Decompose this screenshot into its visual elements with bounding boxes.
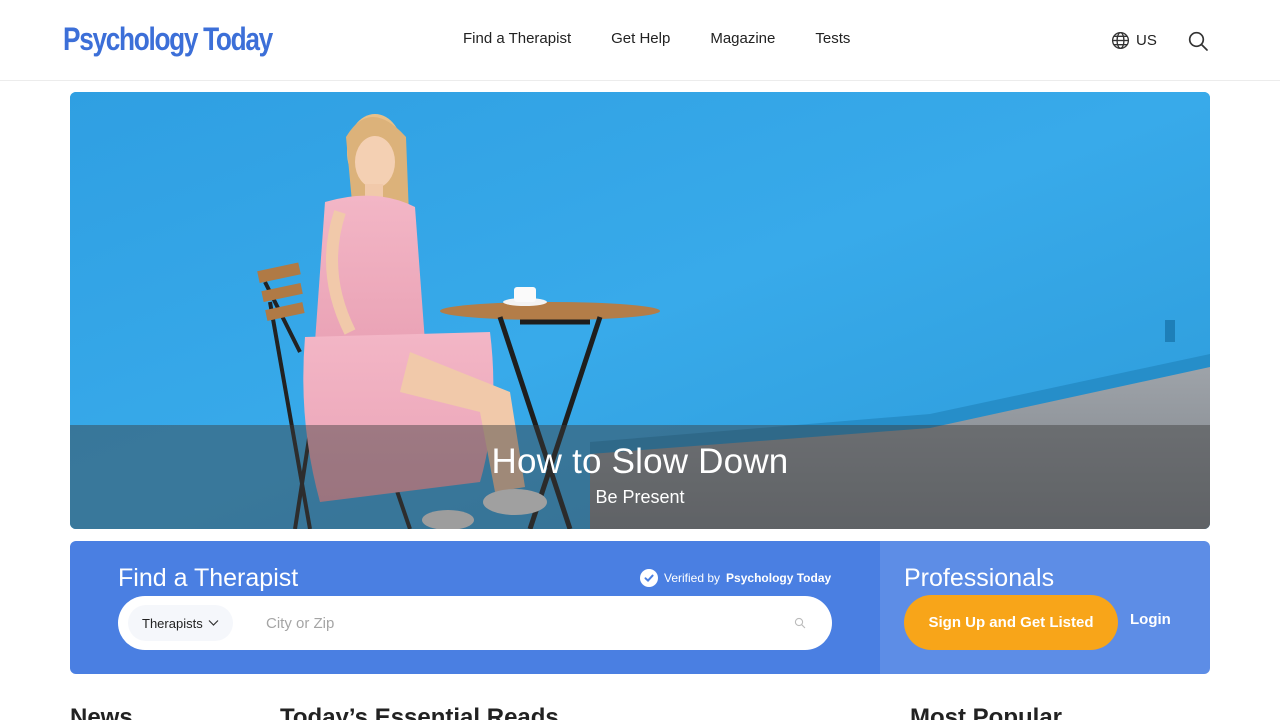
nav-magazine[interactable]: Magazine [710, 30, 775, 48]
login-link[interactable]: Login [1130, 611, 1171, 628]
nav-get-help[interactable]: Get Help [611, 30, 670, 48]
hero-banner[interactable]: How to Slow Down Be Present [70, 92, 1210, 529]
search-icon[interactable] [794, 617, 806, 629]
sign-up-button[interactable]: Sign Up and Get Listed [904, 595, 1118, 650]
globe-icon [1111, 31, 1130, 50]
nav-tests[interactable]: Tests [815, 30, 850, 48]
site-logo[interactable]: Psychology Today [63, 18, 273, 60]
section-most-popular-heading: Most Popular [910, 704, 1063, 720]
verified-prefix: Verified by [664, 571, 721, 585]
check-circle-icon [640, 569, 658, 587]
therapist-search-box: Therapists [118, 596, 832, 650]
professionals-title: Professionals [904, 564, 1055, 592]
hero-subtitle: Be Present [595, 487, 685, 507]
nav-find-therapist[interactable]: Find a Therapist [463, 30, 571, 48]
section-essential-reads-heading: Today’s Essential Reads [280, 704, 559, 720]
region-selector[interactable]: US [1111, 31, 1157, 50]
find-therapist-panel: Find a Therapist Verified by Psychology … [70, 541, 880, 674]
region-label: US [1136, 32, 1157, 49]
professionals-panel: Professionals Sign Up and Get Listed Log… [880, 541, 1210, 674]
find-therapist-title: Find a Therapist [118, 564, 299, 592]
hero-title[interactable]: How to Slow Down [70, 442, 1210, 482]
search-icon[interactable] [1187, 30, 1209, 52]
verified-badge: Verified by Psychology Today [640, 569, 831, 587]
provider-type-select[interactable]: Therapists [128, 605, 233, 641]
verified-brand: Psychology Today [726, 571, 832, 585]
chevron-down-icon [208, 620, 219, 626]
section-news-heading: News [70, 704, 133, 720]
city-zip-input[interactable] [266, 610, 766, 636]
provider-type-label: Therapists [142, 615, 203, 631]
main-nav: Find a Therapist Get Help Magazine Tests [463, 30, 850, 48]
site-header: Psychology Today Find a Therapist Get He… [0, 0, 1280, 81]
